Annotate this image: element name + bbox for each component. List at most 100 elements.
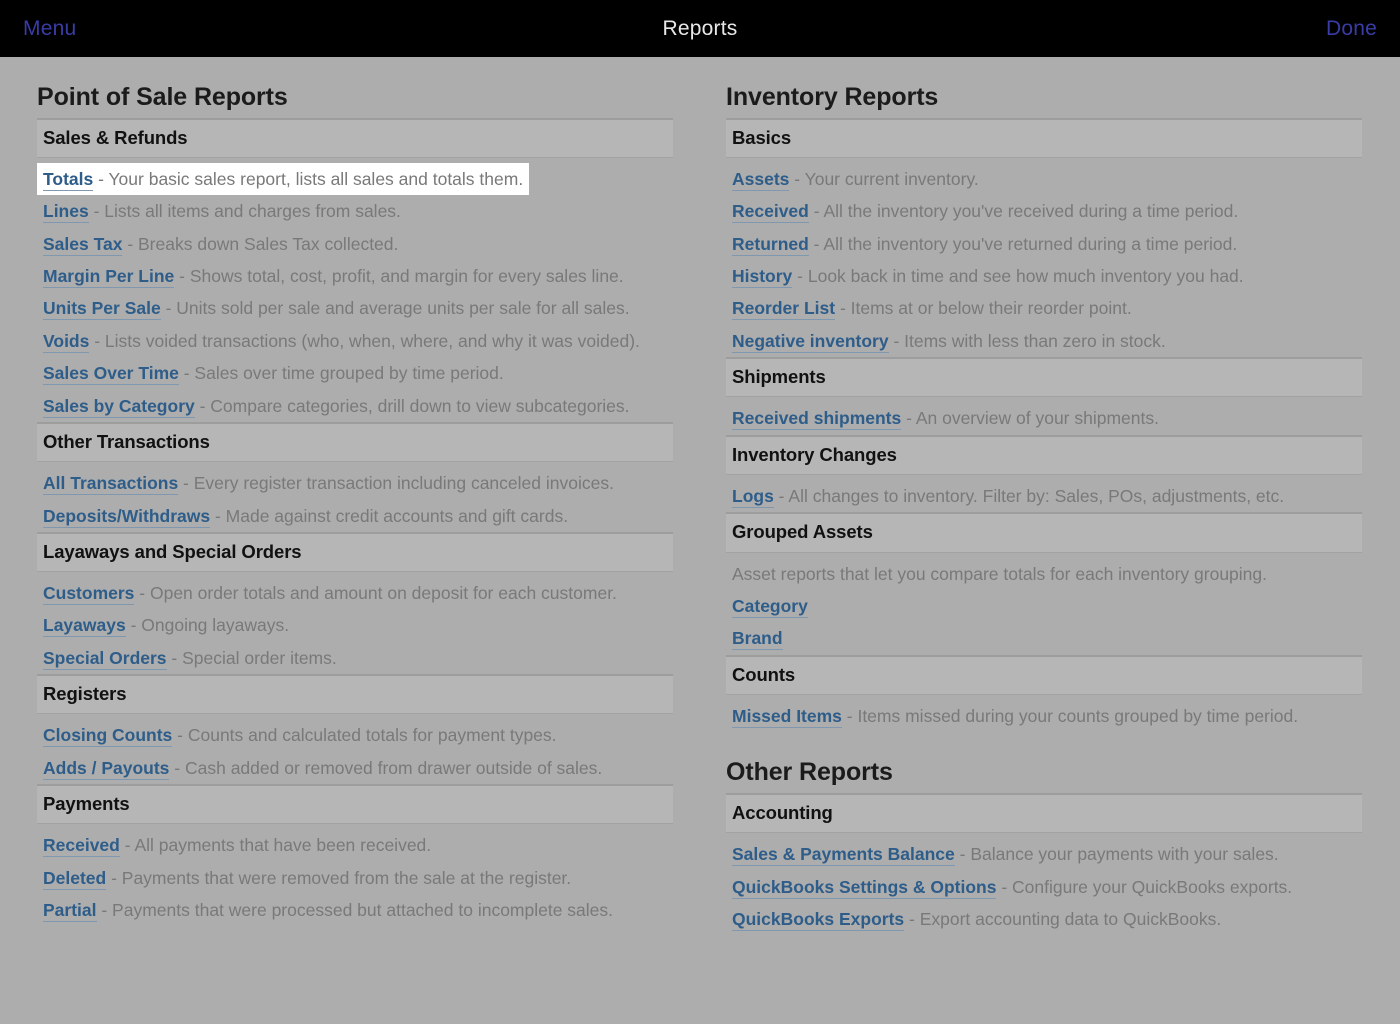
reports-page: Point of Sale Reports Sales & Refunds Tota… [0, 57, 1400, 1024]
report-link-received[interactable]: Received [43, 835, 120, 858]
section-rows: Received shipments - An overview of your… [726, 397, 1362, 434]
report-row[interactable]: Layaways - Ongoing layaways. [37, 609, 295, 641]
report-row[interactable]: Totals - Your basic sales report, lists … [37, 162, 530, 196]
reports-columns: Point of Sale Reports Sales & Refunds Tota… [0, 57, 1400, 935]
report-link-logs[interactable]: Logs [732, 485, 774, 508]
report-row[interactable]: Margin Per Line - Shows total, cost, pro… [37, 260, 630, 292]
report-link-special-orders[interactable]: Special Orders [43, 647, 167, 670]
report-row[interactable]: Received - All payments that have been r… [37, 829, 437, 861]
report-link-sales-over-time[interactable]: Sales Over Time [43, 363, 179, 386]
report-row[interactable]: Sales by Category - Compare categories, … [37, 390, 636, 422]
report-link-assets[interactable]: Assets [732, 168, 790, 191]
done-button[interactable]: Done [1326, 17, 1377, 41]
report-row[interactable]: Partial - Payments that were processed b… [37, 894, 619, 926]
inventory-reports-column: Inventory Reports Basics Assets - Your cur… [726, 57, 1362, 935]
report-row[interactable]: Special Orders - Special order items. [37, 642, 343, 674]
report-link-customers[interactable]: Customers [43, 583, 135, 606]
report-link-quickbooks-settings-options[interactable]: QuickBooks Settings & Options [732, 876, 997, 899]
report-link-deleted[interactable]: Deleted [43, 867, 107, 890]
report-description: - Your current inventory. [789, 168, 979, 189]
report-link-voids[interactable]: Voids [43, 330, 90, 353]
menu-button[interactable]: Menu [23, 17, 76, 41]
report-description: - Configure your QuickBooks exports. [996, 876, 1293, 897]
report-link-brand[interactable]: Brand [732, 628, 783, 651]
report-link-negative-inventory[interactable]: Negative inventory [732, 330, 889, 353]
report-description: - Compare categories, drill down to view… [194, 395, 630, 416]
report-link-received-shipments[interactable]: Received shipments [732, 408, 902, 431]
report-row[interactable]: Received shipments - An overview of your… [726, 402, 1165, 434]
report-description: - Ongoing layaways. [125, 615, 290, 636]
report-link-reorder-list[interactable]: Reorder List [732, 298, 836, 321]
report-description: - An overview of your shipments. [901, 408, 1159, 429]
report-description: - Every register transaction including c… [178, 473, 614, 494]
report-description: - Units sold per sale and average units … [160, 298, 630, 319]
report-link-missed-items[interactable]: Missed Items [732, 705, 842, 728]
report-link-sales-payments-balance[interactable]: Sales & Payments Balance [732, 844, 955, 867]
page-title: Reports [662, 16, 738, 40]
report-link-adds-payouts[interactable]: Adds / Payouts [43, 757, 170, 780]
report-description: - Lists all items and charges from sales… [88, 201, 401, 222]
report-row[interactable]: Deposits/Withdraws - Made against credit… [37, 500, 574, 532]
report-row[interactable]: Sales Tax - Breaks down Sales Tax collec… [37, 228, 404, 260]
report-link-sales-by-category[interactable]: Sales by Category [43, 395, 195, 418]
report-row[interactable]: Assets - Your current inventory. [726, 163, 985, 195]
report-link-layaways[interactable]: Layaways [43, 615, 126, 638]
report-row[interactable]: All Transactions - Every register transa… [37, 467, 620, 499]
report-description: - Items with less than zero in stock. [888, 330, 1166, 351]
section-header-grouped-assets: Grouped Assets [726, 512, 1362, 553]
report-description: - All the inventory you've received duri… [808, 201, 1239, 222]
report-description: - All the inventory you've returned duri… [808, 233, 1238, 254]
report-row[interactable]: Customers - Open order totals and amount… [37, 577, 623, 609]
report-link-quickbooks-exports[interactable]: QuickBooks Exports [732, 908, 905, 931]
report-row[interactable]: Voids - Lists voided transactions (who, … [37, 325, 646, 357]
section-rows: All Transactions - Every register transa… [37, 462, 673, 532]
report-row[interactable]: QuickBooks Settings & Options - Configur… [726, 871, 1298, 903]
report-row[interactable]: Units Per Sale - Units sold per sale and… [37, 292, 636, 324]
report-row[interactable]: Closing Counts - Counts and calculated t… [37, 719, 563, 751]
report-link-received[interactable]: Received [732, 201, 809, 224]
report-link-all-transactions[interactable]: All Transactions [43, 473, 179, 496]
section-rows: Closing Counts - Counts and calculated t… [37, 714, 673, 784]
report-description: - Breaks down Sales Tax collected. [122, 233, 399, 254]
report-row[interactable]: Sales Over Time - Sales over time groupe… [37, 357, 510, 389]
group-title-inventory-reports: Inventory Reports [726, 83, 939, 111]
report-link-totals[interactable]: Totals [43, 168, 94, 191]
report-row[interactable]: History - Look back in time and see how … [726, 260, 1250, 292]
report-link-partial[interactable]: Partial [43, 900, 97, 923]
report-row[interactable]: Brand [726, 622, 789, 654]
report-link-category[interactable]: Category [732, 595, 808, 618]
section-header-inventory-changes: Inventory Changes [726, 434, 1362, 475]
report-description: - Items missed during your counts groupe… [841, 705, 1299, 726]
section-rows: Missed Items - Items missed during your … [726, 695, 1362, 732]
section-header-registers: Registers [37, 674, 673, 715]
report-description: - Lists voided transactions (who, when, … [89, 330, 640, 351]
section-rows: Assets - Your current inventory. Received… [726, 158, 1362, 357]
report-row[interactable]: Received - All the inventory you've rece… [726, 195, 1244, 227]
section-header-layaways-and-special-orders: Layaways and Special Orders [37, 531, 673, 573]
report-description: - Look back in time and see how much inv… [792, 266, 1244, 287]
report-description: - Items at or below their reorder point. [835, 298, 1132, 319]
section-header-sales-refunds: Sales & Refunds [37, 117, 673, 158]
report-row[interactable]: Lines - Lists all items and charges from… [37, 195, 407, 227]
report-row[interactable]: Sales & Payments Balance - Balance your … [726, 838, 1285, 870]
report-description: - Made against credit accounts and gift … [210, 505, 569, 526]
report-link-sales-tax[interactable]: Sales Tax [43, 233, 123, 256]
report-link-closing-counts[interactable]: Closing Counts [43, 725, 173, 748]
report-row[interactable]: Returned - All the inventory you've retu… [726, 228, 1243, 260]
report-row[interactable]: Reorder List - Items at or below their r… [726, 292, 1138, 324]
report-row[interactable]: Category [726, 590, 814, 622]
report-link-returned[interactable]: Returned [732, 233, 809, 256]
report-row[interactable]: QuickBooks Exports - Export accounting d… [726, 903, 1227, 935]
report-row[interactable]: Deleted - Payments that were removed fro… [37, 862, 577, 894]
report-row[interactable]: Adds / Payouts - Cash added or removed f… [37, 752, 608, 784]
report-row[interactable]: Missed Items - Items missed during your … [726, 700, 1304, 732]
report-description: - Shows total, cost, profit, and margin … [174, 266, 624, 287]
report-link-lines[interactable]: Lines [43, 201, 89, 224]
report-link-margin-per-line[interactable]: Margin Per Line [43, 266, 175, 289]
report-row[interactable]: Logs - All changes to inventory. Filter … [726, 480, 1290, 512]
section-rows: Asset reports that let you compare total… [726, 553, 1362, 655]
report-link-units-per-sale[interactable]: Units Per Sale [43, 298, 161, 321]
report-row[interactable]: Negative inventory - Items with less tha… [726, 325, 1172, 357]
report-link-deposits-withdraws[interactable]: Deposits/Withdraws [43, 505, 211, 528]
report-link-history[interactable]: History [732, 266, 793, 289]
